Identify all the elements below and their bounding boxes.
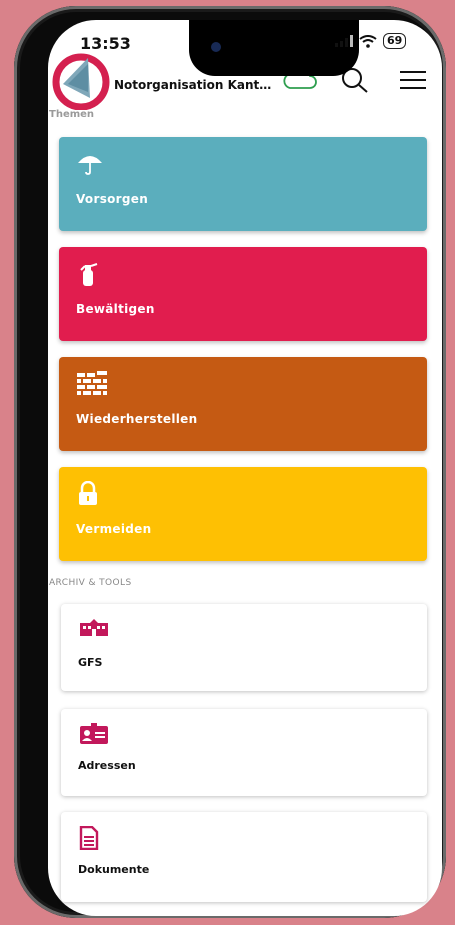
lock-icon bbox=[79, 481, 97, 505]
status-icons: 69 bbox=[335, 33, 407, 49]
tile-vermeiden[interactable]: Vermeiden bbox=[59, 467, 427, 561]
document-icon bbox=[79, 826, 99, 850]
app-title: Notorganisation Kanton… bbox=[114, 78, 274, 92]
tile-vorsorgen[interactable]: Vorsorgen bbox=[59, 137, 427, 231]
brick-wall-icon bbox=[77, 371, 107, 395]
app-logo-icon[interactable] bbox=[48, 50, 114, 110]
battery-indicator: 69 bbox=[383, 33, 407, 49]
card-label: GFS bbox=[78, 656, 103, 669]
umbrella-icon bbox=[78, 156, 102, 175]
building-icon bbox=[80, 619, 108, 636]
tile-label: Wiederherstellen bbox=[76, 412, 198, 426]
camera-dot bbox=[211, 42, 221, 52]
tile-label: Bewältigen bbox=[76, 302, 155, 316]
tile-label: Vermeiden bbox=[76, 522, 152, 536]
signal-icon bbox=[335, 35, 353, 47]
card-gfs[interactable]: GFS bbox=[61, 604, 427, 691]
tile-wiederherstellen[interactable]: Wiederherstellen bbox=[59, 357, 427, 451]
status-time: 13:53 bbox=[80, 34, 131, 53]
section-title-themen: Themen bbox=[49, 109, 95, 120]
card-label: Adressen bbox=[78, 759, 136, 772]
card-adressen[interactable]: Adressen bbox=[61, 709, 427, 796]
notch bbox=[189, 20, 359, 76]
fire-extinguisher-icon bbox=[80, 263, 98, 286]
hamburger-menu-icon[interactable] bbox=[400, 70, 426, 90]
card-label: Dokumente bbox=[78, 863, 150, 876]
section-title-archiv: ARCHIV & TOOLS bbox=[49, 578, 132, 588]
wifi-icon bbox=[359, 34, 377, 48]
tile-bewaeltigen[interactable]: Bewältigen bbox=[59, 247, 427, 341]
card-dokumente[interactable]: Dokumente bbox=[61, 812, 427, 902]
tile-label: Vorsorgen bbox=[76, 192, 149, 206]
contact-card-icon bbox=[80, 723, 108, 744]
